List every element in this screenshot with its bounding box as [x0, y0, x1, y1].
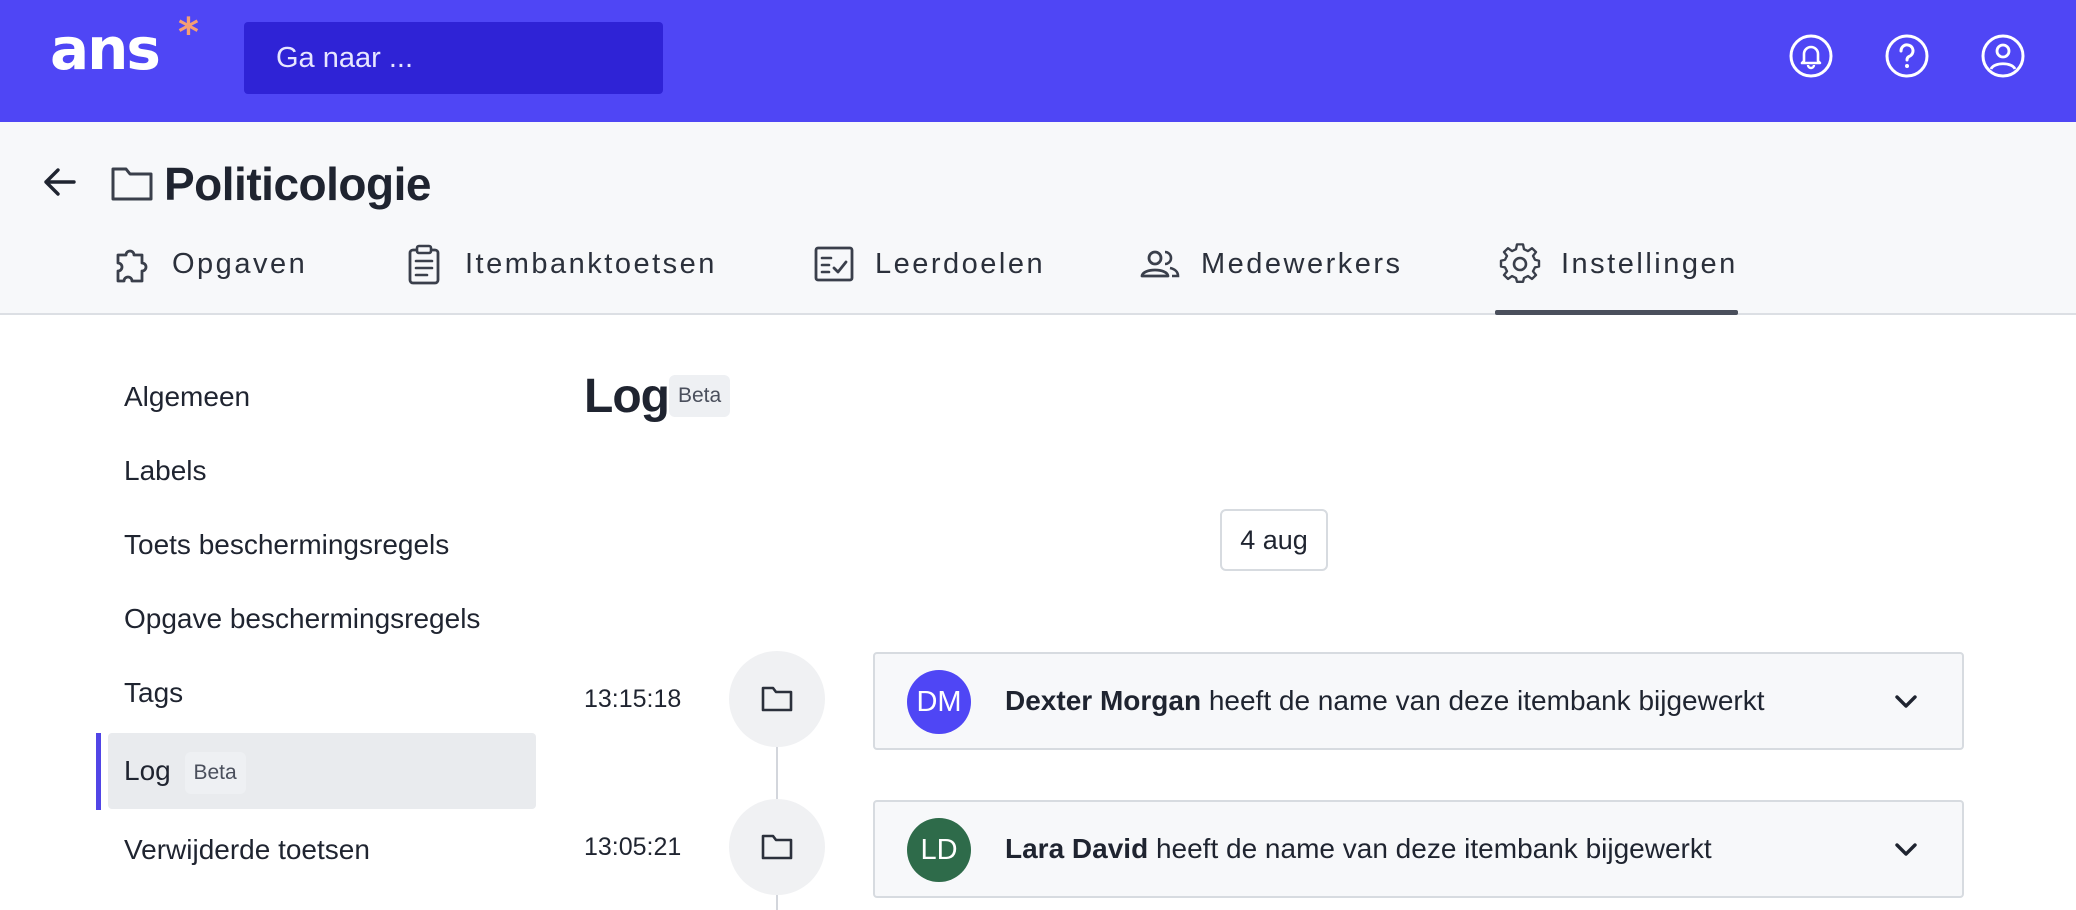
- timeline-node: [729, 799, 825, 895]
- folder-icon: [111, 165, 153, 201]
- section-title: Log: [584, 370, 670, 423]
- tab-instellingen[interactable]: Instellingen: [1499, 238, 1738, 315]
- ans-logo[interactable]: ans *: [50, 10, 199, 84]
- sidebar-item-label: Tags: [124, 677, 184, 708]
- sidebar-item-toets-beschermingsregels[interactable]: Toets beschermingsregels: [108, 507, 536, 583]
- log-time: 13:05:21: [584, 833, 682, 861]
- sidebar-item-label: Log Beta: [124, 733, 246, 809]
- chevron-down-icon[interactable]: [1892, 836, 1920, 864]
- sidebar-item-label: Opgave beschermingsregels: [124, 603, 481, 634]
- logo-text: ans: [50, 15, 161, 83]
- log-entry-user: Dexter Morgan: [1005, 685, 1202, 716]
- account-icon[interactable]: [1980, 33, 2026, 79]
- page-title: Politicologie: [164, 158, 431, 210]
- tab-itembanktoetsen[interactable]: Itembanktoetsen: [403, 238, 717, 315]
- folder-icon: [761, 686, 793, 712]
- log-time: 13:15:18: [584, 685, 682, 713]
- folder-icon: [761, 834, 793, 860]
- log-entry-text: Lara David heeft de name van deze itemba…: [1005, 802, 1712, 896]
- tab-medewerkers[interactable]: Medewerkers: [1139, 238, 1403, 315]
- top-bar: ans * Ga naar ...: [0, 0, 2076, 122]
- tab-label: Itembanktoetsen: [465, 248, 717, 280]
- logo-star: *: [178, 10, 199, 56]
- gear-icon: [1499, 243, 1541, 285]
- sidebar-item-verwijderde-toetsen[interactable]: Verwijderde toetsen: [108, 812, 536, 888]
- clipboard-icon: [403, 243, 445, 285]
- date-chip: 4 aug: [1220, 509, 1328, 571]
- search-input[interactable]: Ga naar ...: [244, 22, 663, 94]
- avatar: DM: [907, 670, 971, 734]
- tab-label: Leerdoelen: [875, 248, 1046, 280]
- tab-label: Instellingen: [1561, 248, 1738, 280]
- beta-badge: Beta: [669, 375, 731, 417]
- tab-opgaven[interactable]: Opgaven: [110, 238, 307, 315]
- active-tab-indicator: [1495, 310, 1738, 315]
- log-entry-action: heeft de name van deze itembank bijgewer…: [1201, 685, 1765, 716]
- sidebar-item-label: Toets beschermingsregels: [124, 529, 450, 560]
- log-entry-text: Dexter Morgan heeft de name van deze ite…: [1005, 654, 1765, 748]
- sidebar-item-labels[interactable]: Labels: [108, 433, 536, 509]
- puzzle-icon: [110, 243, 152, 285]
- sidebar-item-algemeen[interactable]: Algemeen: [108, 359, 536, 435]
- chevron-down-icon[interactable]: [1892, 688, 1920, 716]
- sidebar-item-tags[interactable]: Tags: [108, 655, 536, 731]
- people-icon: [1139, 243, 1181, 285]
- log-entry-user: Lara David: [1005, 833, 1149, 864]
- sidebar-item-label: Verwijderde toetsen: [124, 834, 370, 865]
- sidebar-item-opgave-beschermingsregels[interactable]: Opgave beschermingsregels: [108, 581, 536, 657]
- log-entry[interactable]: DM Dexter Morgan heeft de name van deze …: [873, 652, 1964, 750]
- sidebar-item-log[interactable]: Log Beta: [108, 733, 536, 809]
- search-placeholder: Ga naar ...: [276, 42, 414, 74]
- sidebar-item-label: Labels: [124, 455, 207, 486]
- notifications-bell-icon[interactable]: [1788, 33, 1834, 79]
- sidebar-item-label: Algemeen: [124, 381, 251, 412]
- checklist-icon: [813, 243, 855, 285]
- log-entry[interactable]: LD Lara David heeft de name van deze ite…: [873, 800, 1964, 898]
- tab-label: Medewerkers: [1201, 248, 1403, 280]
- help-icon[interactable]: [1884, 33, 1930, 79]
- sidebar-log-label: Log: [124, 755, 171, 786]
- avatar: LD: [907, 818, 971, 882]
- log-entry-action: heeft de name van deze itembank bijgewer…: [1148, 833, 1712, 864]
- back-arrow-icon[interactable]: [38, 160, 82, 204]
- tab-leerdoelen[interactable]: Leerdoelen: [813, 238, 1045, 315]
- timeline-node: [729, 651, 825, 747]
- active-menu-indicator: [96, 733, 101, 810]
- beta-badge: Beta: [184, 751, 246, 794]
- tab-label: Opgaven: [172, 248, 308, 280]
